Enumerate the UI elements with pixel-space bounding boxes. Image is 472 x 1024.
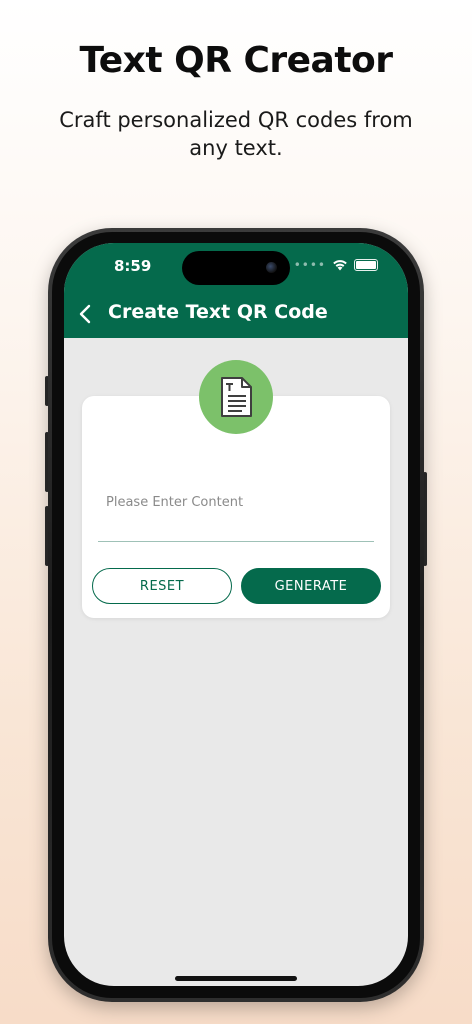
front-camera-icon: [266, 262, 277, 273]
status-time: 8:59: [114, 257, 152, 275]
dynamic-island: [182, 251, 290, 285]
home-indicator[interactable]: [175, 976, 297, 981]
page-title: Create Text QR Code: [108, 301, 328, 323]
text-document-badge: [199, 360, 273, 434]
chevron-left-icon[interactable]: [76, 303, 96, 325]
promo-subtitle: Craft personalized QR codes from any tex…: [59, 108, 413, 160]
phone-screen: 8:59 •••• Create Text QR Code RESET GENE…: [64, 243, 408, 986]
battery-level: [356, 261, 376, 269]
reset-button[interactable]: RESET: [92, 568, 232, 604]
promo-headline: Text QR Creator: [79, 40, 393, 81]
generate-button[interactable]: GENERATE: [241, 568, 381, 604]
content-input[interactable]: [98, 454, 374, 542]
app-header: 8:59 •••• Create Text QR Code: [64, 243, 408, 338]
text-document-icon: [221, 377, 252, 417]
wifi-icon: [333, 260, 347, 271]
battery-icon: [354, 259, 378, 271]
status-indicators: ••••: [294, 258, 378, 272]
cellular-signal-icon: ••••: [293, 258, 326, 272]
